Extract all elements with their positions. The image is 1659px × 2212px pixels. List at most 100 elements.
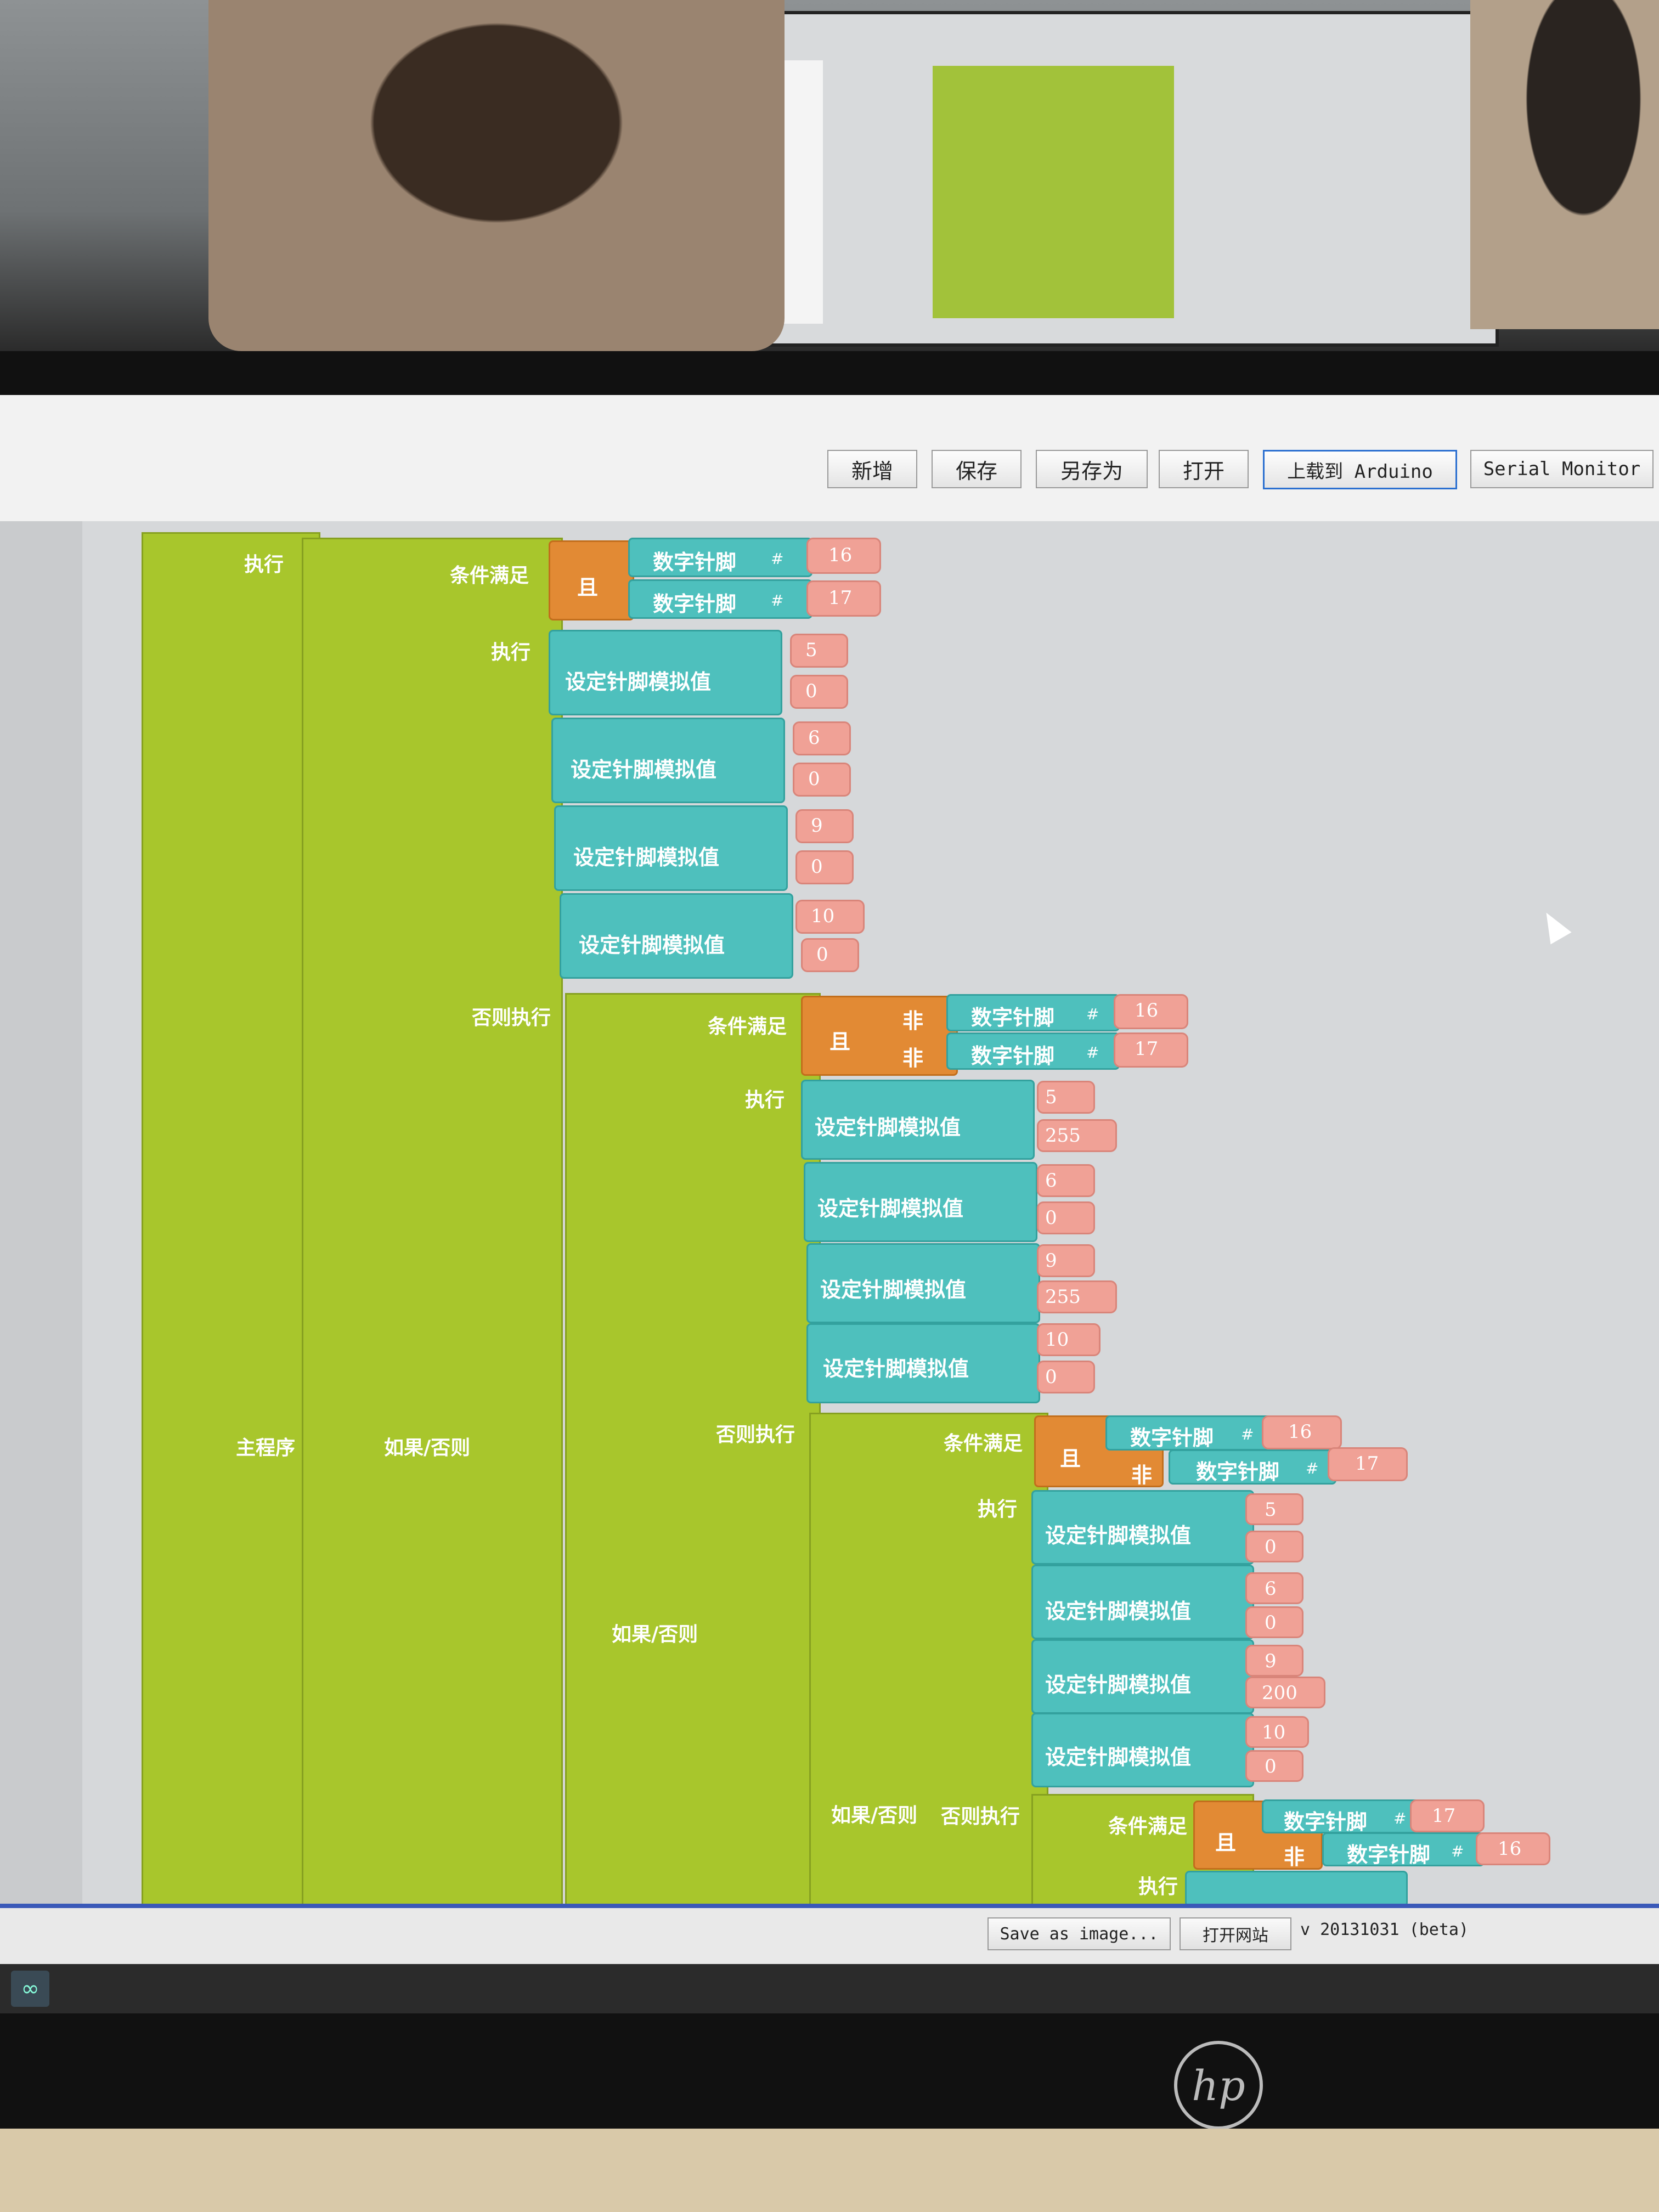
pin-value-text-4a: 17 [1432,1805,1456,1827]
if-else-block-3[interactable] [809,1413,1048,1907]
pin-number-text-2-2: 6 [1045,1170,1057,1192]
pin-number-text-3-1: 5 [1265,1499,1277,1521]
pin-number-text-2-4: 10 [1045,1329,1069,1351]
pin-number-text-1-3: 9 [811,815,823,837]
digital-pin-label-1b: 数字针脚 [653,591,737,616]
pin-number-text-3-4: 10 [1262,1722,1286,1743]
else-label-1: 否则执行 [472,1006,551,1029]
new-button[interactable]: 新增 [827,450,917,488]
if-else-label-1: 如果/否则 [384,1436,471,1459]
execute-label-2: 执行 [745,1088,785,1111]
pin-value-1-4[interactable] [801,938,859,972]
pin-value-text-1-3: 0 [811,856,823,878]
hash-3a: # [1241,1425,1254,1443]
pin-number-text-3-3: 9 [1265,1650,1277,1672]
pin-value-text-4b: 16 [1498,1838,1522,1860]
condition-label-3: 条件满足 [944,1432,1023,1455]
execute-label-3: 执行 [978,1498,1018,1521]
set-analog-label-1-2: 设定针脚模拟值 [571,757,717,782]
version-text: v 20131031 (beta) [1300,1920,1469,1939]
open-button[interactable]: 打开 [1159,450,1249,488]
execute-label-4: 执行 [1138,1875,1178,1898]
pin-value-1-3[interactable] [795,850,854,884]
digital-pin-label-2a: 数字针脚 [971,1005,1055,1030]
hash-1b: # [771,591,784,610]
condition-label-1: 条件满足 [450,564,529,587]
pin-value-text-3b: 17 [1355,1453,1379,1475]
hash-4a: # [1393,1809,1407,1827]
person-photo-right [1470,0,1659,329]
pin-number-text-1-4: 10 [811,905,835,927]
pin-number-text-1-1: 5 [805,639,817,661]
set-analog-label-3-3: 设定针脚模拟值 [1045,1672,1192,1697]
pin-number-text-2-3: 9 [1045,1250,1057,1272]
pin-value-text-2b: 17 [1135,1038,1159,1060]
set-analog-label-2-1: 设定针脚模拟值 [815,1115,961,1139]
save-as-image-button[interactable]: Save as image... [988,1917,1171,1950]
taskbar [0,1964,1659,2013]
condition-label-4: 条件满足 [1108,1815,1188,1838]
pin-value-text-2a: 16 [1135,1000,1159,1022]
hash-2b: # [1086,1043,1099,1062]
pin-value-text-1a: 16 [828,544,853,566]
pin-value-text-1-4: 0 [816,944,828,966]
open-website-button[interactable]: 打开网站 [1180,1917,1291,1950]
set-analog-label-1-3: 设定针脚模拟值 [573,845,720,870]
and-label-3: 且 [1060,1446,1081,1471]
pin-value-text-2-4: 0 [1045,1366,1057,1388]
pin-value-text-3-4: 0 [1265,1756,1277,1778]
pin-value-text-2-3: 255 [1045,1286,1081,1308]
if-else-label-2: 如果/否则 [612,1623,698,1646]
and-block-2[interactable] [801,996,958,1076]
save-as-button[interactable]: 另存为 [1036,450,1148,488]
digital-pin-label-4a: 数字针脚 [1284,1809,1368,1834]
set-analog-block-4-1[interactable] [1185,1871,1408,1907]
set-analog-label-2-4: 设定针脚模拟值 [823,1356,969,1381]
main-program-block[interactable] [142,532,320,1907]
pin-value-text-3-1: 0 [1265,1536,1277,1558]
not-label-4: 非 [1284,1844,1305,1869]
digital-pin-label-1a: 数字针脚 [653,550,737,574]
arduino-app-icon[interactable]: ∞ [11,1971,49,2007]
upload-arduino-button[interactable]: 上载到 Arduino [1263,450,1457,489]
hash-4b: # [1451,1842,1464,1860]
pin-number-1-2[interactable] [793,721,851,755]
set-analog-label-2-3: 设定针脚模拟值 [820,1277,967,1302]
pin-number-text-3-2: 6 [1265,1578,1277,1600]
pin-value-text-2-1: 255 [1045,1125,1081,1147]
not-label-2b: 非 [902,1046,924,1070]
save-button[interactable]: 保存 [932,450,1022,488]
pin-number-1-1[interactable] [790,634,848,668]
and-label-2: 且 [830,1029,851,1054]
if-else-block-2[interactable] [565,993,821,1907]
person-photo [208,0,785,351]
pin-number-text-2-1: 5 [1045,1086,1057,1108]
pin-value-text-3-2: 0 [1265,1612,1277,1634]
set-analog-label-2-2: 设定针脚模拟值 [817,1196,964,1221]
hash-3b: # [1306,1459,1319,1477]
and-label-1: 且 [577,575,599,600]
not-label-2a: 非 [902,1008,924,1033]
pin-value-text-1b: 17 [828,587,853,609]
pin-value-1-1[interactable] [790,675,848,709]
main-execute-label: 执行 [244,553,284,576]
set-analog-label-1-4: 设定针脚模拟值 [579,933,725,957]
pin-number-1-3[interactable] [795,809,854,843]
hash-1a: # [771,550,784,568]
digital-pin-label-2b: 数字针脚 [971,1043,1055,1068]
else-label-3: 否则执行 [941,1805,1020,1828]
set-analog-label-3-1: 设定针脚模拟值 [1045,1523,1192,1548]
pin-value-1-2[interactable] [793,763,851,797]
main-program-label: 主程序 [236,1436,296,1459]
if-else-block-1[interactable] [302,538,563,1907]
and-label-4: 且 [1215,1830,1237,1855]
else-label-2: 否则执行 [716,1423,795,1446]
serial-monitor-button[interactable]: Serial Monitor [1470,450,1654,488]
background-block-area [933,66,1174,318]
if-else-label-3: 如果/否则 [831,1804,918,1827]
digital-pin-label-3a: 数字针脚 [1130,1425,1214,1450]
pin-value-text-1-1: 0 [805,680,817,702]
hp-logo: hp [1174,2041,1263,2130]
pin-number-text-1-2: 6 [808,727,820,749]
pin-value-text-2-2: 0 [1045,1207,1057,1229]
